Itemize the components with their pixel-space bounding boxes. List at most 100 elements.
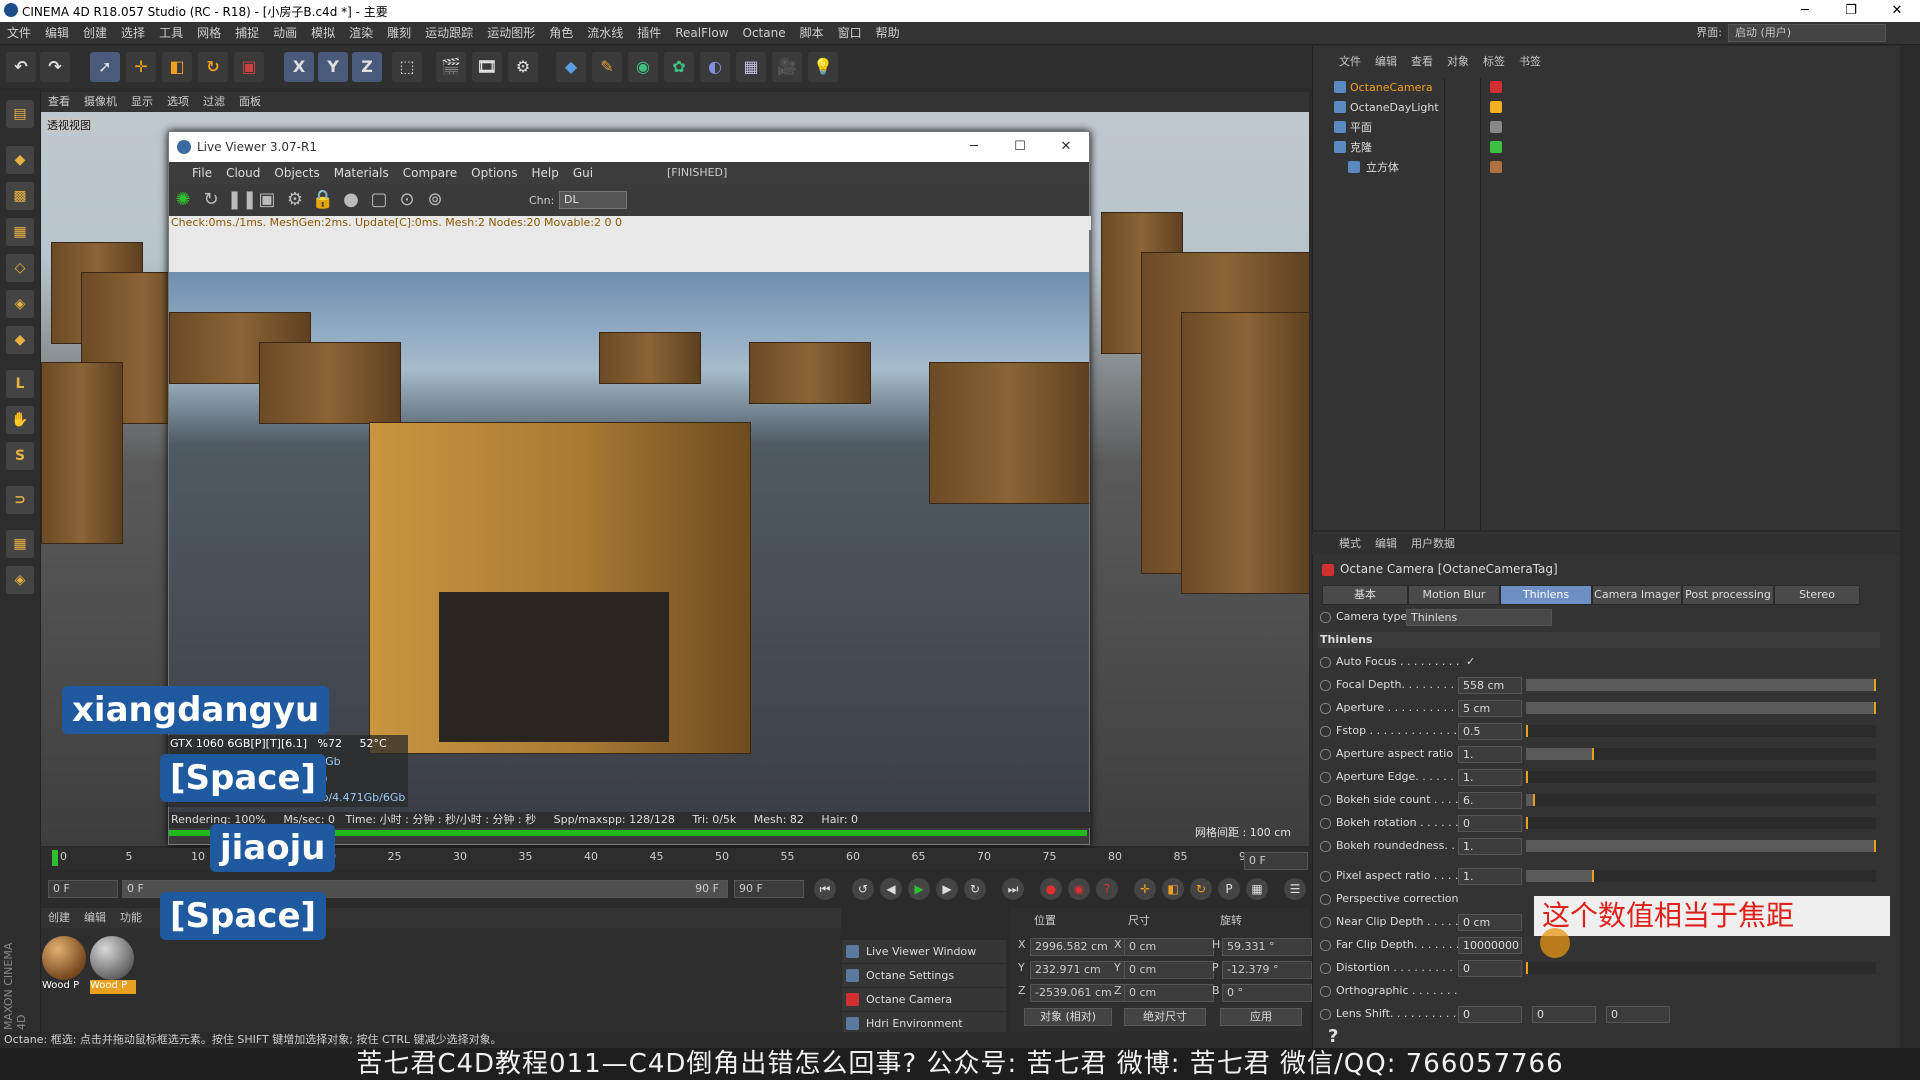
model-mode-icon[interactable]: ◆	[6, 146, 34, 174]
viewport-menu-item[interactable]: 查看	[41, 92, 77, 112]
undo-icon[interactable]: ↶	[6, 52, 36, 82]
attribute-slider[interactable]	[1526, 771, 1876, 783]
material-menu-item[interactable]: 编辑	[77, 908, 113, 928]
keyframe-selection-icon[interactable]: ?	[1096, 878, 1118, 900]
render-view-icon[interactable]: 🎬	[436, 52, 466, 82]
animation-dot-icon[interactable]	[1320, 963, 1331, 974]
object-menu-item[interactable]: 对象	[1440, 52, 1476, 72]
object-tag-icon[interactable]	[1490, 81, 1502, 93]
axis-mode-icon[interactable]: L	[6, 370, 34, 398]
attribute-slider[interactable]	[1526, 840, 1876, 852]
menu-item[interactable]: 窗口	[831, 22, 869, 44]
attribute-value-field[interactable]: 0	[1458, 960, 1522, 977]
move-tool-icon[interactable]: ✛	[126, 52, 156, 82]
pen-icon[interactable]: ✎	[592, 52, 622, 82]
object-menu-item[interactable]: 编辑	[1368, 52, 1404, 72]
settings-icon[interactable]: ⚙	[283, 188, 307, 212]
object-tag-icon[interactable]	[1490, 121, 1502, 133]
animation-dot-icon[interactable]	[1320, 657, 1331, 668]
coord-rot-field[interactable]: -12.379 °	[1222, 961, 1312, 979]
menu-item[interactable]: 网格	[190, 22, 228, 44]
key-scale-icon[interactable]: ◧	[1162, 878, 1184, 900]
animation-dot-icon[interactable]	[1320, 772, 1331, 783]
object-row[interactable]: 克隆	[1330, 138, 1890, 157]
attribute-value-field[interactable]: 0 cm	[1458, 914, 1522, 931]
animation-dot-icon[interactable]	[1320, 940, 1331, 951]
autokey-icon[interactable]: ◉	[1068, 878, 1090, 900]
lens-shift-field[interactable]: 0	[1606, 1006, 1670, 1023]
clay-mode-icon[interactable]: ▢	[367, 188, 391, 212]
pick-focus-icon[interactable]: ⊙	[395, 188, 419, 212]
timeline-menu-icon[interactable]: ☰	[1284, 878, 1306, 900]
attribute-tab[interactable]: Motion Blur	[1408, 585, 1500, 605]
current-frame-field[interactable]: 0 F	[1244, 852, 1308, 870]
list-item[interactable]: Octane Settings	[842, 964, 1006, 988]
lens-shift-field[interactable]: 0	[1532, 1006, 1596, 1023]
attribute-checkbox[interactable]	[1462, 983, 1476, 998]
lv-menu-item[interactable]: Cloud	[219, 162, 267, 184]
attribute-value-field[interactable]: 1.	[1458, 746, 1522, 763]
menu-item[interactable]: 创建	[76, 22, 114, 44]
menu-item[interactable]: 捕捉	[228, 22, 266, 44]
object-menu-item[interactable]: 文件	[1332, 52, 1368, 72]
menu-item[interactable]: 工具	[152, 22, 190, 44]
edges-mode-icon[interactable]: ◈	[6, 290, 34, 318]
material-menu-item[interactable]: 创建	[41, 908, 77, 928]
animation-dot-icon[interactable]	[1320, 749, 1331, 760]
end-frame-field[interactable]: 90 F	[734, 880, 804, 898]
attribute-value-field[interactable]: 558 cm	[1458, 677, 1522, 694]
object-row[interactable]: 平面	[1330, 118, 1890, 137]
texture-mode-icon[interactable]: ▩	[6, 182, 34, 210]
attribute-slider[interactable]	[1526, 748, 1876, 760]
lv-menu-item[interactable]: Compare	[396, 162, 464, 184]
attribute-value-field[interactable]: 0	[1458, 1006, 1522, 1023]
lv-menu-item[interactable]: Materials	[327, 162, 396, 184]
pick-material-icon[interactable]: ⊚	[423, 188, 447, 212]
lv-menu-item[interactable]: Options	[464, 162, 524, 184]
material-label[interactable]: Wood P	[42, 980, 88, 994]
lv-menu-item[interactable]: File	[185, 162, 219, 184]
menu-item[interactable]: 流水线	[580, 22, 630, 44]
minimize-button[interactable]: ─	[1782, 0, 1828, 22]
cube-icon[interactable]: ◆	[556, 52, 586, 82]
points-mode-icon[interactable]: ◇	[6, 254, 34, 282]
attribute-value-field[interactable]: 1.	[1458, 769, 1522, 786]
viewport-menu-item[interactable]: 面板	[232, 92, 268, 112]
animation-dot-icon[interactable]	[1320, 841, 1331, 852]
object-menu-item[interactable]: 查看	[1404, 52, 1440, 72]
attribute-slider[interactable]	[1526, 725, 1876, 737]
attribute-tab[interactable]: Stereo	[1774, 585, 1860, 605]
tweak-mode-icon[interactable]: ✋	[6, 406, 34, 434]
cloner-icon[interactable]: ✿	[664, 52, 694, 82]
camera-icon[interactable]: 🎥	[772, 52, 802, 82]
attribute-value-field[interactable]: 0.5	[1458, 723, 1522, 740]
animation-dot-icon[interactable]	[1320, 795, 1331, 806]
viewport-menu-item[interactable]: 选项	[160, 92, 196, 112]
polygons-mode-icon[interactable]: ◆	[6, 326, 34, 354]
lock-workplane-icon[interactable]: ▦	[6, 530, 34, 558]
attribute-slider[interactable]	[1526, 817, 1876, 829]
material-label[interactable]: Wood P	[90, 980, 136, 994]
attribute-value-field[interactable]: 0	[1458, 815, 1522, 832]
attribute-checkbox[interactable]	[1462, 891, 1476, 906]
next-frame-icon[interactable]: ▶	[936, 878, 958, 900]
animation-dot-icon[interactable]	[1320, 986, 1331, 997]
layout-dropdown[interactable]: 启动 (用户)	[1728, 24, 1886, 42]
timeline-playhead[interactable]	[52, 850, 58, 866]
viewport-menu-item[interactable]: 过滤	[196, 92, 232, 112]
apply-button[interactable]: 应用	[1220, 1008, 1302, 1026]
prev-frame-icon[interactable]: ◀	[880, 878, 902, 900]
menu-item[interactable]: 角色	[542, 22, 580, 44]
attribute-tab[interactable]: 基本	[1322, 585, 1408, 605]
coord-rot-field[interactable]: 0 °	[1222, 984, 1312, 1002]
subdivision-icon[interactable]: ◉	[628, 52, 658, 82]
loop-forward-icon[interactable]: ↻	[964, 878, 986, 900]
attribute-menu-item[interactable]: 用户数据	[1404, 534, 1462, 554]
material-preview-icon[interactable]: ●	[339, 188, 363, 212]
select-tool-icon[interactable]: ➚	[90, 52, 120, 82]
attribute-tab[interactable]: Post processing	[1682, 585, 1774, 605]
region-render-icon[interactable]: ▣	[255, 188, 279, 212]
object-menu-item[interactable]: 书签	[1512, 52, 1548, 72]
key-pla-icon[interactable]: ▦	[1246, 878, 1268, 900]
material-swatch[interactable]	[90, 936, 134, 980]
